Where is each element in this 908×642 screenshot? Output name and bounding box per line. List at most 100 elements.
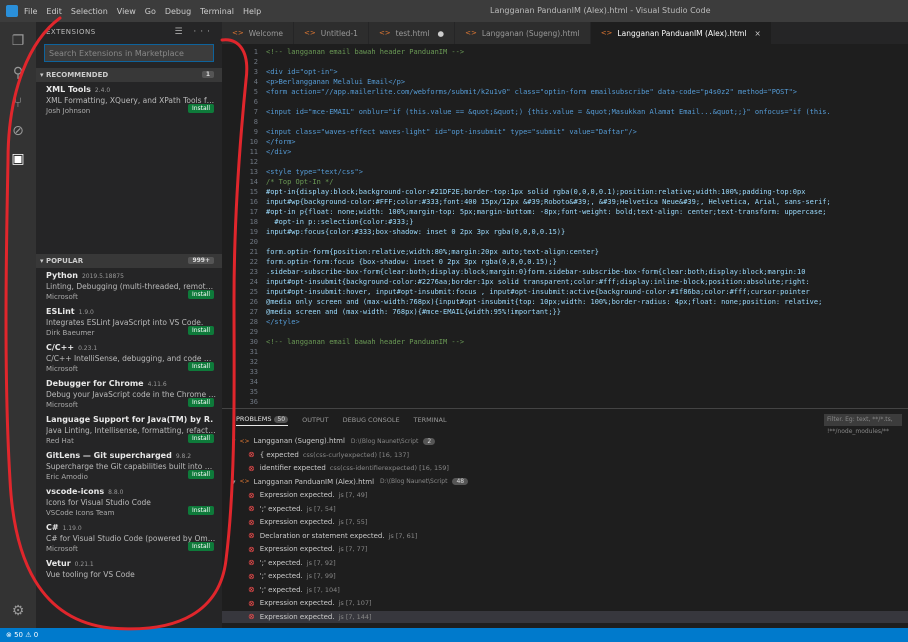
line-number: 6 [253,98,258,106]
section-label: POPULAR [45,257,84,265]
line-number: 20 [249,238,258,246]
code-line: <p>Berlangganan Melalui Email</p> [266,78,406,86]
install-button[interactable]: Install [187,326,214,335]
editor-tab[interactable]: <> test.html ● [368,22,456,44]
status-problems[interactable]: ⊗ 50 ⚠ 0 [6,631,38,639]
line-number: 3 [253,68,258,76]
extension-version: 1.9.0 [78,309,94,316]
line-number: 13 [249,168,258,176]
section-popular[interactable]: ▾ POPULAR 999+ [36,254,222,268]
install-button[interactable]: Install [187,470,214,479]
tab-label: test.html [395,28,430,38]
install-button[interactable]: Install [187,506,214,515]
problem-item[interactable]: ⊗ Expression expected. js [7, 49] [222,489,367,501]
menu-selection[interactable]: Selection [71,7,108,16]
install-button[interactable]: Install [187,398,214,407]
problems-filter-input[interactable]: Filter. Eg: text, **/*.ts, !**/node_modu… [824,414,902,435]
chevron-down-icon: ▾ [232,477,236,486]
problem-item[interactable]: ⊗ Declaration or statement expected. js [7… [222,530,417,542]
source-control-icon[interactable]: ⑂ [9,94,27,112]
html-file-icon: <> [378,29,391,37]
section-label: RECOMMENDED [45,71,109,79]
problem-file-group[interactable]: ▾ <> Langganan (Sugeng).html D:\(Blog Naune… [232,435,436,447]
code-line: </div> [266,148,292,156]
install-button[interactable]: Install [187,362,214,371]
close-icon[interactable]: ● [438,29,445,38]
problem-item[interactable]: ⊗ ';' expected. js [7, 99] [222,570,336,582]
section-recommended[interactable]: ▾ RECOMMENDED 1 [36,68,222,82]
extension-item[interactable]: C# 1.19.0 C# for Visual Studio Code (power… [36,520,222,556]
editor-tab[interactable]: <> Untitled-1 [294,22,369,44]
extension-item[interactable]: vscode-icons 8.8.0 Icons for Visual Studio… [36,484,222,520]
tab-label: Untitled-1 [320,28,358,38]
line-number: 26 [249,298,258,306]
code-line: <!-- langganan email bawah header Pandua… [266,48,465,56]
menu-help[interactable]: Help [243,7,261,16]
menu-debug[interactable]: Debug [165,7,191,16]
menu-file[interactable]: File [24,7,37,16]
problem-location: css(css-identifierexpected) [16, 159] [329,464,449,472]
menu-go[interactable]: Go [145,7,156,16]
code-line: input#wp{background-color:#FFF;color:#33… [266,198,831,206]
extension-search-input[interactable] [45,47,213,59]
problem-item[interactable]: ⊗ Expression expected. js [7, 77] [222,543,367,555]
debug-icon[interactable]: ⊘ [9,122,27,140]
editor-tab[interactable]: <> Langganan (Sugeng).html [455,22,591,44]
problem-item[interactable]: ⊗ identifier expected css(css-identifierex… [222,462,449,474]
problem-file-group[interactable]: ▾ <> Langganan PanduanIM (Alex).html D:\(Bl… [232,476,469,488]
tab-debug-console[interactable]: DEBUG CONSOLE [343,416,400,424]
install-button[interactable]: Install [187,434,214,443]
search-icon[interactable]: ⚲ [9,64,27,82]
problem-file-dir: D:\(Blog Naunet\Script [350,437,419,445]
extension-item[interactable]: Python 2019.5.18875 Linting, Debugging (mu… [36,268,222,304]
extension-version: 2.4.0 [94,87,111,94]
problem-item[interactable]: ⊗ Expression expected. js [7, 107] [222,597,372,609]
problem-item[interactable]: ⊗ Expression expected. js [7, 144] [222,610,908,623]
extension-item[interactable]: C/C++ 0.23.1 C/C++ IntelliSense, debugging… [36,340,222,376]
extensions-icon[interactable]: ▣ [9,150,27,168]
editor-area: <> Welcome <> Untitled-1 <> test.html ● <> Langg… [222,22,908,408]
extension-item[interactable]: GitLens — Git supercharged 9.8.2 Superchar… [36,448,222,484]
line-number: 32 [249,358,258,366]
problems-panel: PROBLEMS 50 OUTPUT DEBUG CONSOLE TERMINAL… [222,408,908,629]
editor-tab[interactable]: <> Langganan PanduanIM (Alex).html × [590,22,772,44]
line-number: 27 [249,308,258,316]
tab-output[interactable]: OUTPUT [302,416,329,424]
extension-item[interactable]: Language Support for Java(TM) by R...0.4… [36,412,222,448]
error-icon: ⊗ [248,450,255,459]
tab-terminal[interactable]: TERMINAL [414,416,447,424]
line-number: 12 [249,158,258,166]
install-button[interactable]: Install [187,542,214,551]
problem-item[interactable]: ⊗ ';' expected. js [7, 92] [222,557,336,569]
sidebar-actions[interactable]: ☰ ··· [174,27,214,37]
extension-item[interactable]: XML Tools 2.4.0 XML Formatting, XQuery, a… [36,82,222,118]
problem-message: identifier expected [259,464,326,472]
problem-item[interactable]: ⊗ { expected css(css-curlyexpected) [16, 1… [222,449,409,461]
menu-view[interactable]: View [117,7,136,16]
editor-tab[interactable]: <> Welcome [222,22,295,44]
extension-item[interactable]: Vetur 0.21.1 Vue tooling for VS Code [36,556,222,592]
gear-icon[interactable]: ⚙ [9,602,27,620]
problem-item[interactable]: ⊗ ';' expected. js [7, 54] [222,503,336,515]
code-view[interactable]: 1 <!-- langganan email bawah header Pandu… [222,44,908,408]
vscode-logo-icon [6,5,18,17]
error-icon: ⊗ [248,463,255,473]
install-button[interactable]: Install [187,290,214,299]
problem-item[interactable]: ⊗ ';' expected. js [7, 104] [222,584,340,596]
line-number: 18 [249,218,258,226]
html-file-icon: <> [304,29,316,37]
extension-item[interactable]: ESLint 1.9.0 Integrates ESLint JavaScript … [36,304,222,340]
menu-edit[interactable]: Edit [46,7,62,16]
line-number: 35 [249,388,258,396]
line-number: 36 [249,398,258,406]
tab-problems[interactable]: PROBLEMS 50 [236,415,289,426]
install-button[interactable]: Install [187,104,214,113]
line-number: 21 [249,248,258,256]
problem-message: Expression expected. [259,491,335,499]
menu-terminal[interactable]: Terminal [200,7,234,16]
extension-item[interactable]: Debugger for Chrome 4.11.6 Debug your Java… [36,376,222,412]
error-icon: ⊗ [248,571,255,581]
problem-item[interactable]: ⊗ Expression expected. js [7, 55] [222,516,367,528]
close-icon[interactable]: × [754,29,760,38]
files-icon[interactable]: ❐ [9,32,27,50]
